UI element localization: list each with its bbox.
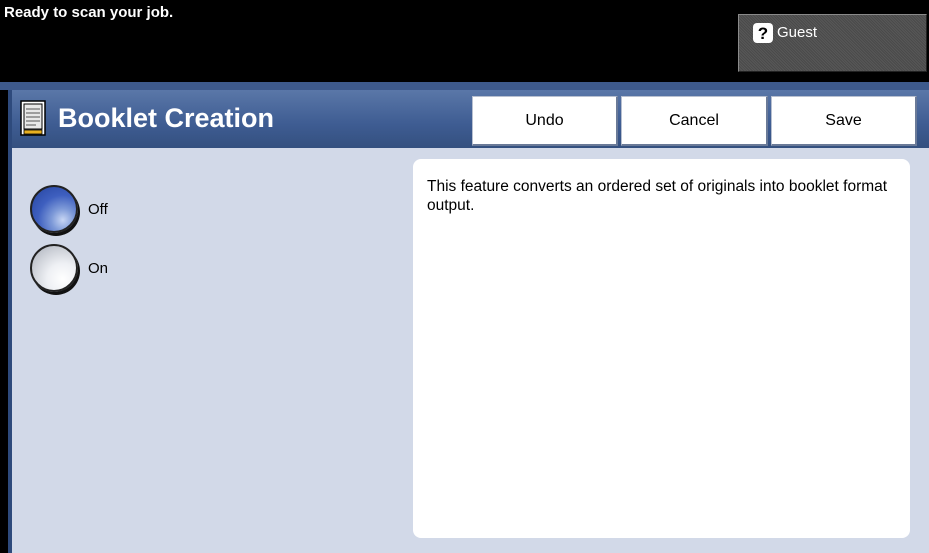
status-message: Ready to scan your job. xyxy=(4,4,174,21)
guest-user-button[interactable]: ? Guest xyxy=(738,14,927,72)
cancel-button[interactable]: Cancel xyxy=(621,96,768,146)
feature-description: This feature converts an ordered set of … xyxy=(427,178,888,214)
option-off[interactable]: Off xyxy=(30,185,108,233)
guest-label: Guest xyxy=(777,24,818,41)
option-on-label: On xyxy=(88,259,109,277)
help-icon: ? xyxy=(753,23,773,43)
page-title: Booklet Creation xyxy=(58,103,275,133)
radio-off[interactable] xyxy=(30,185,78,233)
option-off-label: Off xyxy=(88,200,108,218)
save-button[interactable]: Save xyxy=(771,96,917,146)
undo-button[interactable]: Undo xyxy=(472,96,618,146)
option-on[interactable]: On xyxy=(30,244,108,292)
divider-strip xyxy=(0,82,929,90)
booklet-icon xyxy=(20,100,46,136)
radio-on[interactable] xyxy=(30,244,78,292)
status-bar: Ready to scan your job. ? Guest xyxy=(0,0,929,82)
info-box: This feature converts an ordered set of … xyxy=(413,159,910,538)
